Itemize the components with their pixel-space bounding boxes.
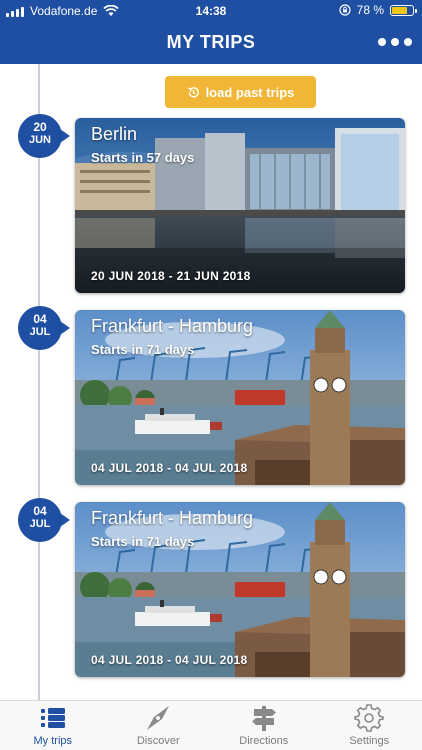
trip-date-badge: 20 JUN: [18, 114, 70, 158]
compass-icon: [147, 706, 170, 730]
trip-dates: 04 JUL 2018 - 04 JUL 2018: [91, 653, 248, 667]
signpost-icon: [251, 706, 276, 731]
timeline-line: [38, 64, 40, 700]
trip-day: 20: [33, 120, 47, 134]
page-title: MY TRIPS: [166, 32, 256, 52]
list-icon: [40, 708, 65, 728]
trip-countdown: Starts in 71 days: [91, 342, 195, 357]
trip-day: 04: [33, 504, 47, 518]
trip-title: Berlin: [91, 124, 138, 144]
history-icon: [187, 86, 199, 98]
tab-label: Discover: [136, 735, 180, 747]
tab-my-trips[interactable]: My trips: [0, 701, 106, 750]
trip-card-frankfurt-hamburg[interactable]: Frankfurt - Hamburg Starts in 71 days 04…: [75, 502, 405, 677]
trip-dates: 20 JUN 2018 - 21 JUN 2018: [91, 269, 251, 283]
trip-countdown: Starts in 71 days: [91, 534, 195, 549]
status-bar: Vodafone.de 14:38 78 %: [0, 0, 422, 22]
tab-discover[interactable]: Discover: [106, 701, 212, 750]
tab-label: My trips: [33, 735, 73, 747]
trip-title: Frankfurt - Hamburg: [91, 316, 254, 336]
tab-directions[interactable]: Directions: [211, 701, 317, 750]
trip-card-berlin[interactable]: Berlin Starts in 57 days 20 JUN 2018 - 2…: [75, 118, 405, 293]
trip-month: JUL: [29, 518, 51, 530]
trip-month: JUL: [29, 326, 51, 338]
trip-date-badge: 04 JUL: [18, 306, 70, 350]
trip-day: 04: [33, 312, 47, 326]
tab-bar: My trips Discover Directions Settings: [0, 700, 422, 750]
trip-card-frankfurt-hamburg[interactable]: Frankfurt - Hamburg Starts in 71 days 04…: [75, 310, 405, 485]
gear-icon: [354, 704, 385, 732]
trip-month: JUN: [28, 134, 51, 146]
trip-countdown: Starts in 57 days: [91, 150, 195, 165]
orientation-lock-icon: [339, 4, 351, 16]
more-dots-icon: [378, 38, 386, 46]
trip-date-badge: 04 JUL: [18, 498, 70, 542]
tab-label: Settings: [349, 735, 390, 747]
tab-label: Directions: [239, 735, 289, 747]
tab-settings[interactable]: Settings: [317, 701, 422, 750]
more-menu-button[interactable]: [378, 38, 412, 46]
trip-title: Frankfurt - Hamburg: [91, 508, 254, 528]
load-past-trips-label: load past trips: [205, 84, 295, 100]
battery-percent: 78 %: [356, 3, 384, 17]
trip-dates: 04 JUL 2018 - 04 JUL 2018: [91, 461, 248, 475]
load-past-trips-button[interactable]: load past trips: [165, 76, 316, 108]
app-header: Vodafone.de 14:38 78 % MY TRIPS: [0, 0, 422, 64]
battery-icon: [390, 4, 417, 16]
